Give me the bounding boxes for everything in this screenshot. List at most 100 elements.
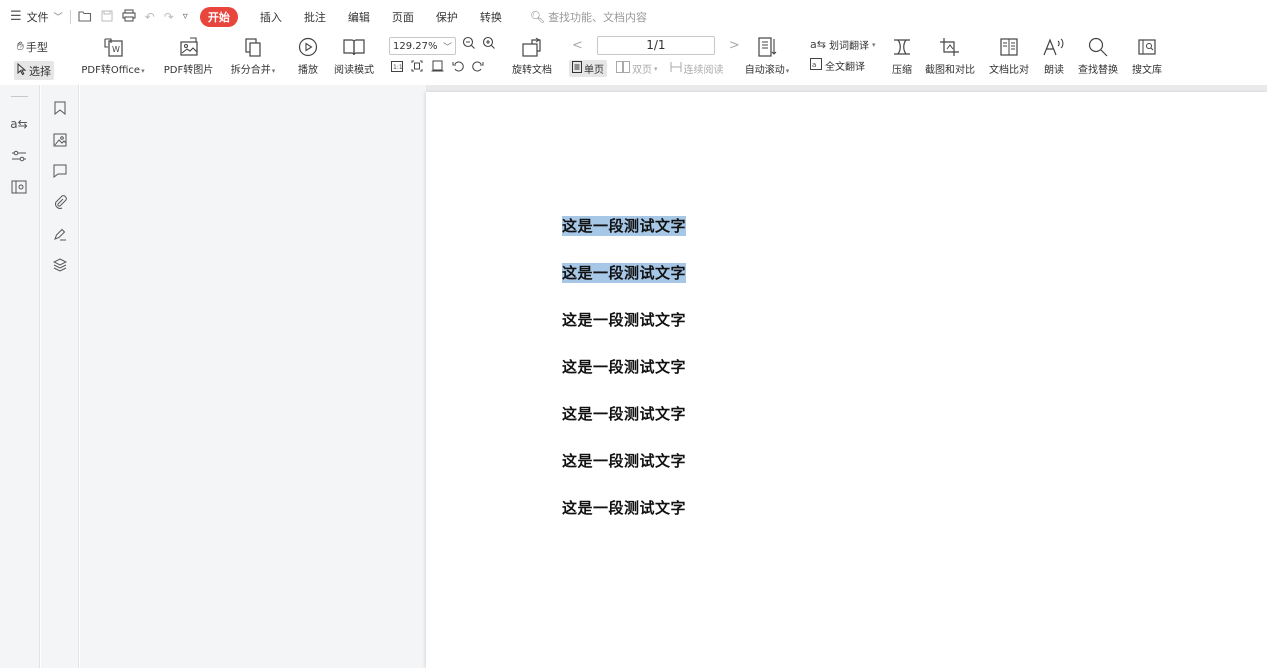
document-viewport[interactable]: 这是一段测试文字 这是一段测试文字 这是一段测试文字 这是一段测试文字 这是一段…: [426, 85, 1267, 668]
print-icon[interactable]: [122, 9, 136, 24]
text-line[interactable]: 这是一段测试文字: [562, 404, 686, 424]
doc-compare-button[interactable]: 文档比对: [986, 35, 1032, 76]
quick-access-toolbar: ↶ ↷ ▿: [78, 9, 188, 24]
compress-button[interactable]: 压缩: [889, 35, 915, 76]
library-search-icon: [1136, 35, 1158, 59]
screenshot-icon: [938, 35, 962, 59]
pdf-to-office-button[interactable]: W PDF转Office▾: [81, 35, 145, 76]
tab-convert[interactable]: 转换: [480, 9, 502, 25]
next-page-icon[interactable]: >: [729, 38, 740, 53]
fit-width-icon[interactable]: [431, 60, 444, 75]
translate-icon[interactable]: a⇆: [10, 115, 28, 133]
tab-page[interactable]: 页面: [392, 9, 414, 25]
search-placeholder: 查找功能、文档内容: [548, 10, 648, 24]
signature-icon[interactable]: [51, 225, 69, 243]
hamburger-icon: ☰: [10, 9, 22, 24]
full-translate-button[interactable]: a 全文翻译: [810, 58, 875, 73]
pdf-to-office-icon: W: [102, 35, 124, 59]
text-line[interactable]: 这是一段测试文字: [562, 310, 686, 330]
redo-icon[interactable]: ↷: [164, 11, 174, 23]
menu-bar: ☰ 文件 ﹀ ↶ ↷ ▿ 开始 插入 批注 编辑 页面 保护 转换 🔍︎ 查找功…: [0, 0, 1267, 33]
tab-start[interactable]: 开始: [199, 6, 238, 27]
auto-scroll-button[interactable]: 自动滚动▾: [742, 35, 792, 76]
text-line[interactable]: 这是一段测试文字: [562, 357, 686, 377]
screenshot-compare-button[interactable]: 截图和对比: [922, 35, 978, 76]
tab-insert[interactable]: 插入: [260, 9, 282, 25]
compress-label: 压缩: [892, 65, 912, 76]
hand-tool-button[interactable]: ✋︎ 手型: [14, 37, 54, 56]
pdf-page[interactable]: 这是一段测试文字 这是一段测试文字 这是一段测试文字 这是一段测试文字 这是一段…: [426, 92, 1267, 668]
text-line[interactable]: 这是一段测试文字: [562, 498, 686, 518]
zoom-out-icon[interactable]: [462, 36, 476, 54]
find-replace-button[interactable]: 查找替换: [1076, 35, 1120, 76]
search-icon: [1087, 35, 1109, 59]
tab-edit[interactable]: 编辑: [348, 9, 370, 25]
read-mode-label: 阅读模式: [334, 65, 374, 76]
auto-scroll-label: 自动滚动: [744, 65, 785, 76]
svg-text:W: W: [112, 45, 120, 54]
layers-icon[interactable]: [51, 256, 69, 274]
page-number-input[interactable]: 1/1: [596, 36, 715, 55]
find-replace-label: 查找替换: [1078, 65, 1118, 76]
bookmark-icon[interactable]: [51, 99, 69, 117]
settings-sliders-icon[interactable]: [10, 147, 28, 165]
hand-tool-label: 手型: [25, 40, 48, 54]
prev-page-icon[interactable]: <: [572, 38, 583, 53]
function-search[interactable]: 🔍︎ 查找功能、文档内容: [530, 9, 647, 25]
tab-protect[interactable]: 保护: [436, 9, 458, 25]
text-line-selected[interactable]: 这是一段测试文字: [562, 263, 687, 283]
zoom-value: 129.27%: [393, 40, 438, 52]
comment-icon[interactable]: [51, 162, 69, 180]
side-panel: [80, 85, 426, 668]
word-translate-button[interactable]: a⇆ 划词翻译 ▾: [810, 37, 875, 52]
svg-text:a: a: [812, 61, 816, 69]
rotate-left-icon[interactable]: [452, 60, 464, 75]
open-folder-icon[interactable]: [78, 10, 92, 24]
play-icon: [297, 35, 319, 59]
cursor-arrow-icon: [17, 62, 27, 78]
zoom-select[interactable]: 129.27% ﹀: [389, 37, 456, 55]
split-merge-button[interactable]: 拆分合并▾: [226, 35, 280, 76]
split-merge-icon: [242, 35, 264, 59]
double-page-button[interactable]: 双页 ▾: [613, 60, 661, 77]
search-library-label: 搜文库: [1132, 65, 1162, 76]
undo-icon[interactable]: ↶: [145, 11, 155, 23]
translate-group: a⇆ 划词翻译 ▾ a 全文翻译: [810, 37, 875, 73]
rotate-doc-button[interactable]: 旋转文档: [509, 35, 555, 76]
pdf-to-image-button[interactable]: PDF转图片: [161, 35, 216, 76]
text-line-selected[interactable]: 这是一段测试文字: [562, 216, 687, 236]
actual-size-icon[interactable]: 1:1: [391, 60, 403, 75]
divider: [11, 96, 28, 97]
select-tool-button[interactable]: 选择: [14, 61, 54, 80]
chevron-down-icon: ﹀: [442, 42, 452, 53]
single-page-icon: [572, 61, 582, 76]
compress-icon: [891, 35, 913, 59]
ribbon: ✋︎ 手型 选择 W PDF转Office▾ PDF转图片 拆分合并▾ 播放 阅…: [0, 33, 1267, 85]
file-menu-label: 文件: [26, 10, 49, 24]
play-button[interactable]: 播放: [293, 35, 323, 76]
rotate-right-icon[interactable]: [472, 60, 484, 75]
search-library-button[interactable]: 搜文库: [1129, 35, 1165, 76]
continuous-read-button[interactable]: 连续阅读: [667, 60, 727, 77]
pdf-to-image-icon: [178, 35, 200, 59]
text-line[interactable]: 这是一段测试文字: [562, 451, 686, 471]
single-page-button[interactable]: 单页: [569, 60, 607, 77]
book-icon: [342, 35, 366, 59]
read-mode-button[interactable]: 阅读模式: [331, 35, 377, 76]
page-fit-tools: 1:1: [391, 60, 484, 75]
save-icon[interactable]: [101, 10, 113, 24]
chevron-down-icon: ﹀: [53, 13, 63, 23]
select-tool-label: 选择: [29, 64, 51, 78]
zoom-in-icon[interactable]: [482, 36, 496, 54]
tab-annotate[interactable]: 批注: [304, 9, 326, 25]
pdf-to-office-label: PDF转Office: [81, 65, 141, 76]
play-label: 播放: [298, 65, 318, 76]
read-aloud-button[interactable]: 朗读: [1040, 35, 1068, 76]
library-icon[interactable]: [10, 178, 28, 196]
customize-toolbar-icon[interactable]: ▿: [183, 11, 188, 22]
fit-page-icon[interactable]: [411, 60, 423, 75]
thumbnail-icon[interactable]: [51, 131, 69, 149]
divider: [69, 9, 71, 24]
attachment-icon[interactable]: [51, 193, 69, 211]
file-menu[interactable]: ☰ 文件 ﹀: [10, 9, 63, 25]
